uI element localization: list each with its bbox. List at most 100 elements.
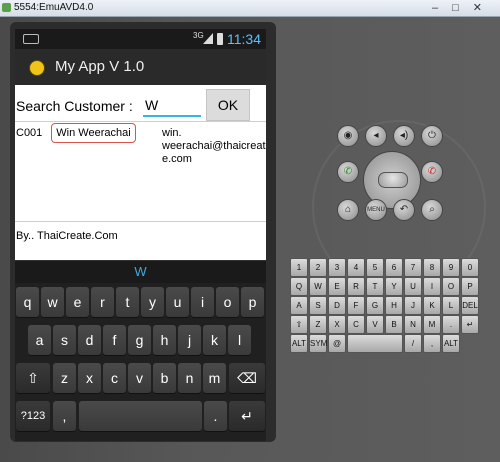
hw-key-K[interactable]: K [423,296,441,315]
key-x[interactable]: x [78,363,101,393]
key-j[interactable]: j [178,325,201,355]
hw-key-S[interactable]: S [309,296,327,315]
key-r[interactable]: r [91,287,114,317]
hw-key-,[interactable]: , [423,334,441,353]
hw-key-V[interactable]: V [366,315,384,334]
hw-key-B[interactable]: B [385,315,403,334]
menu-button[interactable]: MENU [365,199,387,221]
hw-key-A[interactable]: A [290,296,308,315]
search-icon[interactable]: ⌕ [421,199,443,221]
key-s[interactable]: s [53,325,76,355]
hw-key-Y[interactable]: Y [385,277,403,296]
key-a[interactable]: a [28,325,51,355]
hw-key-ALT[interactable]: ALT [290,334,308,353]
hw-key-↵[interactable]: ↵ [461,315,479,334]
hw-key-1[interactable]: 1 [290,258,308,277]
shift-key[interactable]: ⇧ [16,363,50,393]
hw-key-T[interactable]: T [366,277,384,296]
home-icon[interactable]: ⌂ [337,199,359,221]
key-q[interactable]: q [16,287,39,317]
back-icon[interactable]: ↶ [393,199,415,221]
hw-key-⇧[interactable]: ⇧ [290,315,308,334]
key-d[interactable]: d [78,325,101,355]
hw-key-space[interactable] [347,334,403,353]
main-content: Search Customer : OK C001 Win Weerachai … [15,85,266,260]
volume-down-icon[interactable]: ◂ [365,125,387,147]
hw-key-ALT[interactable]: ALT [442,334,460,353]
dpad-center[interactable] [378,172,408,188]
key-g[interactable]: g [128,325,151,355]
hw-key-3[interactable]: 3 [328,258,346,277]
key-h[interactable]: h [153,325,176,355]
key-t[interactable]: t [116,287,139,317]
key-b[interactable]: b [153,363,176,393]
hw-key-.[interactable]: . [442,315,460,334]
customer-name[interactable]: Win Weerachai [51,123,136,143]
hw-key-@[interactable]: @ [328,334,346,353]
suggestion-item[interactable]: W [15,264,266,279]
hw-key-R[interactable]: R [347,277,365,296]
key-l[interactable]: l [228,325,251,355]
hw-key-8[interactable]: 8 [423,258,441,277]
hw-key-SYM[interactable]: SYM [309,334,327,353]
list-item[interactable]: C001 Win Weerachai win. weerachai@thaicre… [15,123,266,221]
enter-key[interactable]: ↵ [229,401,265,431]
window-titlebar: 5554:EmuAVD4.0 –□✕ [0,0,500,17]
key-n[interactable]: n [178,363,201,393]
hw-key-6[interactable]: 6 [385,258,403,277]
hw-key-X[interactable]: X [328,315,346,334]
key-u[interactable]: u [166,287,189,317]
space-key[interactable] [79,401,202,431]
camera-icon[interactable]: ◉ [337,125,359,147]
key-i[interactable]: i [191,287,214,317]
key-y[interactable]: y [141,287,164,317]
hw-key-I[interactable]: I [423,277,441,296]
comma-key[interactable]: , [53,401,76,431]
hw-key-7[interactable]: 7 [404,258,422,277]
hw-key-U[interactable]: U [404,277,422,296]
key-z[interactable]: z [53,363,76,393]
hw-key-5[interactable]: 5 [366,258,384,277]
hw-key-N[interactable]: N [404,315,422,334]
key-e[interactable]: e [66,287,89,317]
key-p[interactable]: p [241,287,264,317]
search-input[interactable] [143,95,201,117]
hw-key-Q[interactable]: Q [290,277,308,296]
hw-key-0[interactable]: 0 [461,258,479,277]
hw-key-D[interactable]: D [328,296,346,315]
hw-key-2[interactable]: 2 [309,258,327,277]
hw-key-4[interactable]: 4 [347,258,365,277]
hw-key-E[interactable]: E [328,277,346,296]
window-controls[interactable]: –□✕ [432,1,496,14]
ok-button[interactable]: OK [206,89,250,121]
call-icon[interactable]: ✆ [337,161,359,183]
hw-key-F[interactable]: F [347,296,365,315]
hw-key-Z[interactable]: Z [309,315,327,334]
app-icon[interactable] [29,60,45,76]
end-call-icon[interactable]: ✆ [421,161,443,183]
hw-key-W[interactable]: W [309,277,327,296]
key-f[interactable]: f [103,325,126,355]
key-w[interactable]: w [41,287,64,317]
hw-key-DEL[interactable]: DEL [461,296,479,315]
power-icon[interactable]: ⏻ [421,125,443,147]
key-m[interactable]: m [203,363,226,393]
period-key[interactable]: . [204,401,227,431]
hw-key-M[interactable]: M [423,315,441,334]
key-c[interactable]: c [103,363,126,393]
hw-key-P[interactable]: P [461,277,479,296]
hw-key-J[interactable]: J [404,296,422,315]
hw-key-G[interactable]: G [366,296,384,315]
symbols-key[interactable]: ?123 [16,401,50,431]
key-o[interactable]: o [216,287,239,317]
hw-key-O[interactable]: O [442,277,460,296]
hw-key-H[interactable]: H [385,296,403,315]
backspace-key[interactable]: ⌫ [229,363,265,393]
key-k[interactable]: k [203,325,226,355]
hw-key-9[interactable]: 9 [442,258,460,277]
hw-key-L[interactable]: L [442,296,460,315]
volume-up-icon[interactable]: ◂) [393,125,415,147]
key-v[interactable]: v [128,363,151,393]
hw-key-/[interactable]: / [404,334,422,353]
hw-key-C[interactable]: C [347,315,365,334]
